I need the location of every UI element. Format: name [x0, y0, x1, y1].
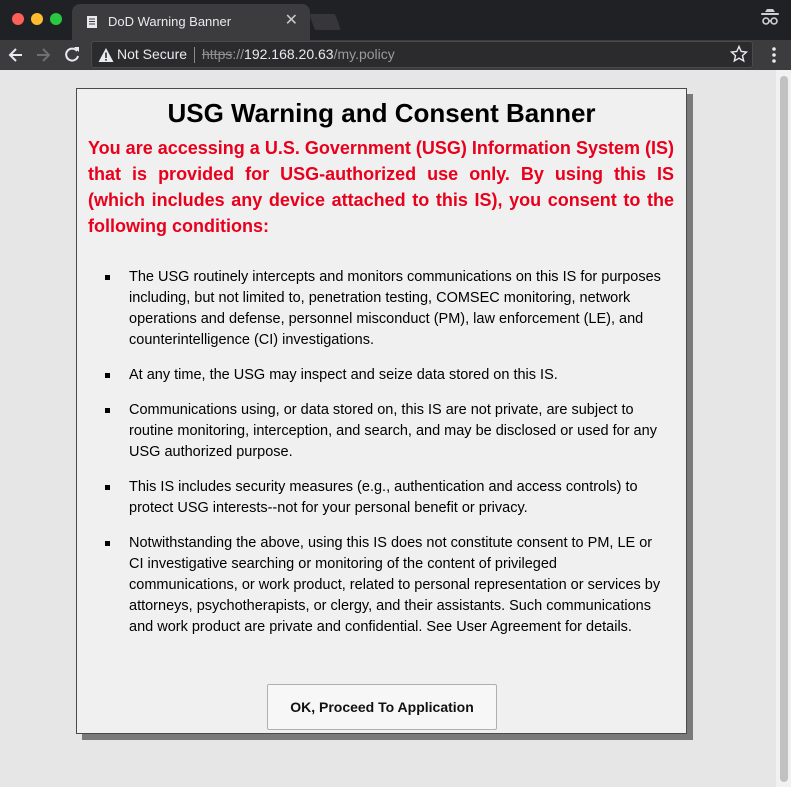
proceed-button[interactable]: OK, Proceed To Application — [267, 684, 497, 730]
banner-lead: You are accessing a U.S. Government (USG… — [88, 138, 674, 236]
tab-strip: DoD Warning Banner ✕ — [0, 0, 791, 40]
condition-text: Notwithstanding the above, using this IS… — [129, 535, 661, 635]
page-viewport: USG Warning and Consent Banner You are a… — [0, 70, 776, 787]
security-status[interactable]: Not Secure — [117, 46, 187, 62]
back-icon[interactable] — [6, 45, 26, 65]
tab-title: DoD Warning Banner — [108, 14, 232, 29]
browser-toolbar: Not Secure https://192.168.20.63/my.poli… — [0, 40, 791, 70]
new-tab-button[interactable] — [309, 14, 341, 30]
address-bar[interactable]: Not Secure https://192.168.20.63/my.poli… — [91, 41, 753, 68]
condition-text: At any time, the USG may inspect and sei… — [129, 367, 558, 383]
bullet — [105, 408, 110, 413]
condition-text: This IS includes security measures (e.g.… — [129, 479, 638, 516]
list-item: At any time, the USG may inspect and sei… — [105, 365, 669, 386]
tab-close-icon[interactable]: ✕ — [285, 12, 298, 30]
bullet — [105, 485, 110, 490]
window-minimize-button[interactable] — [31, 13, 43, 25]
bullet — [105, 373, 110, 378]
url-scheme: https — [202, 46, 233, 62]
banner-title: USG Warning and Consent Banner — [167, 98, 596, 128]
condition-text: Communications using, or data stored on,… — [129, 402, 657, 460]
menu-icon[interactable] — [770, 45, 778, 65]
list-item: This IS includes security measures (e.g.… — [105, 477, 669, 519]
url-separator: :// — [232, 46, 245, 62]
incognito-icon — [761, 9, 779, 25]
window-close-button[interactable] — [12, 13, 24, 25]
forward-icon[interactable] — [33, 45, 53, 65]
url-host: 192.168.20.63 — [244, 46, 334, 62]
url-text[interactable]: https://192.168.20.63/my.policy — [202, 46, 395, 62]
url-path: /my.policy — [333, 46, 395, 62]
list-item: The USG routinely intercepts and monitor… — [105, 267, 669, 351]
conditions-list: The USG routinely intercepts and monitor… — [105, 267, 669, 652]
document-icon — [87, 16, 97, 28]
scrollbar-thumb[interactable] — [780, 76, 788, 782]
reload-icon[interactable] — [62, 45, 82, 65]
warning-icon — [98, 48, 114, 62]
star-icon[interactable] — [730, 45, 748, 63]
condition-text: The USG routinely intercepts and monitor… — [129, 269, 661, 348]
bullet — [105, 541, 110, 546]
scrollbar[interactable] — [776, 70, 791, 787]
list-item: Communications using, or data stored on,… — [105, 400, 669, 463]
browser-tab[interactable]: DoD Warning Banner ✕ — [72, 4, 310, 40]
bullet — [105, 275, 110, 280]
warning-banner: USG Warning and Consent Banner You are a… — [76, 88, 687, 734]
omnibox-divider — [194, 47, 195, 63]
list-item: Notwithstanding the above, using this IS… — [105, 533, 669, 638]
window-zoom-button[interactable] — [50, 13, 62, 25]
